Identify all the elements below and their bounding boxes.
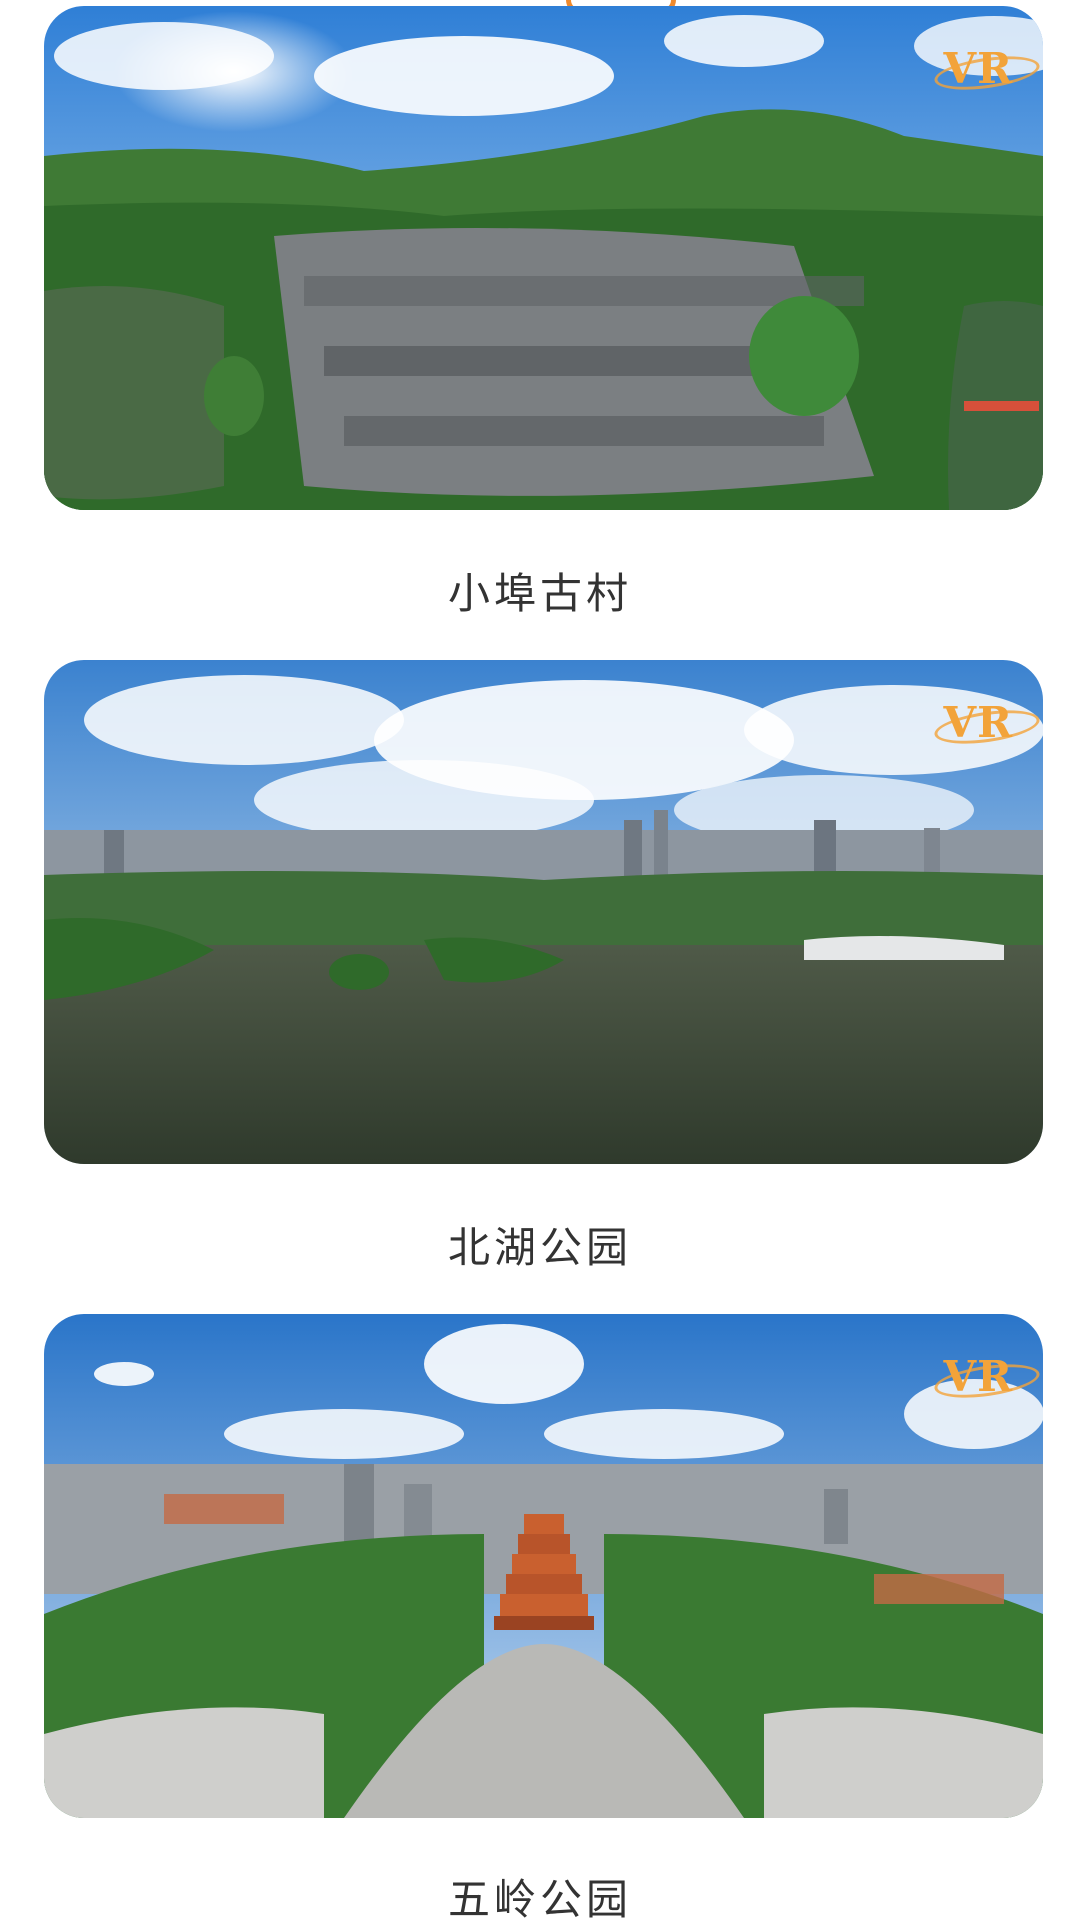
caption-lake-park: 北湖公园 xyxy=(447,1223,632,1272)
pagoda-park-panorama-image xyxy=(44,1314,1043,1818)
lake-park-panorama-image xyxy=(44,660,1043,1164)
panorama-card-pagoda-park[interactable]: VR xyxy=(44,1314,1043,1818)
caption-pagoda-park: 五岭公园 xyxy=(447,1875,632,1923)
village-panorama-image xyxy=(44,6,1043,510)
panorama-card-lake-park[interactable]: VR xyxy=(44,660,1043,1164)
vr-badge: VR xyxy=(943,1352,1013,1401)
article-page: VR 小埠古村 VR 北湖公园 VR 五岭公园 xyxy=(0,0,1080,1923)
caption-village: 小埠古村 xyxy=(447,569,632,618)
vr-badge: VR xyxy=(943,698,1013,747)
panorama-card-village[interactable]: VR xyxy=(44,6,1043,510)
vr-badge: VR xyxy=(943,44,1013,93)
